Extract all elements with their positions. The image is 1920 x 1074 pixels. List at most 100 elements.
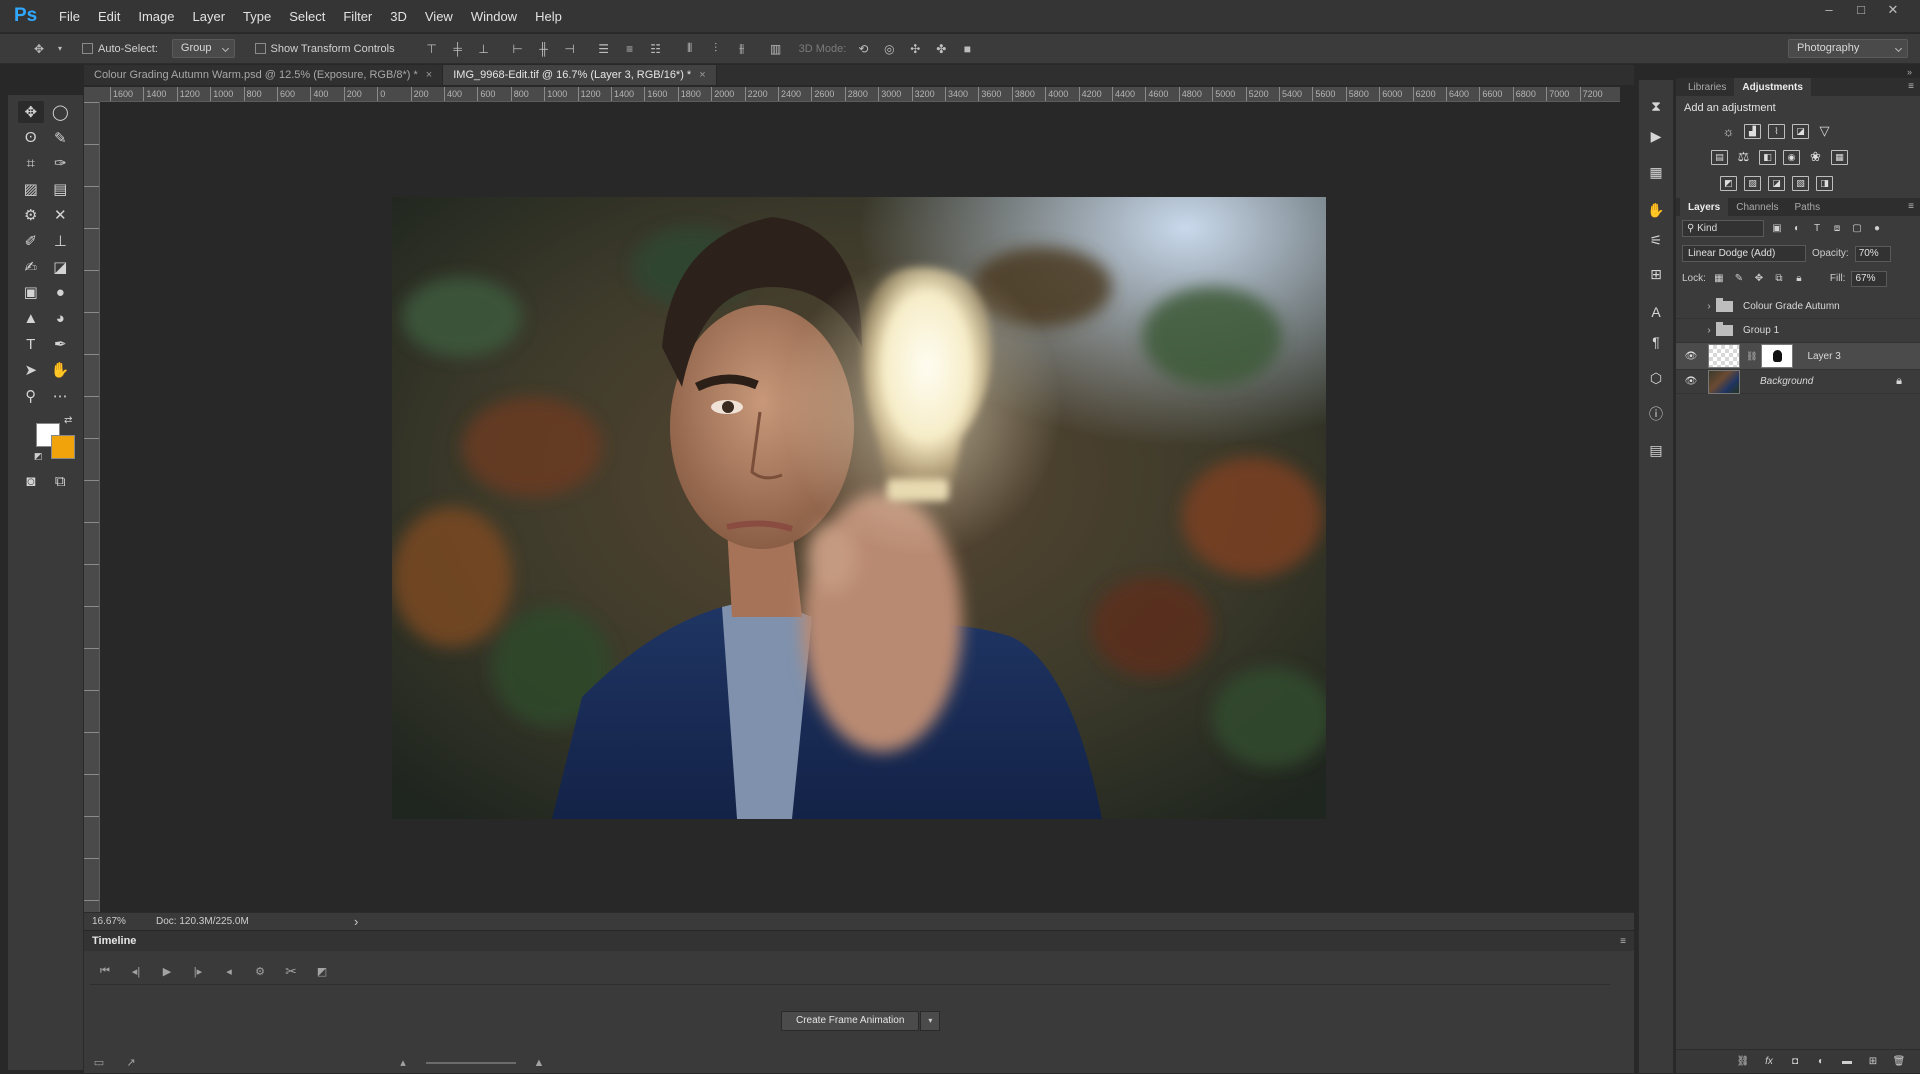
play-icon[interactable]: ▶ [158,963,176,981]
clone-source-icon[interactable]: ⊞ [1644,262,1668,286]
brush-tool-icon[interactable]: ✐ [18,230,44,252]
filter-toggle-icon[interactable]: ● [1870,222,1884,236]
align-hcenter-icon[interactable]: ╫ [535,40,553,58]
maximize-button[interactable]: □ [1848,0,1874,20]
exposure-icon[interactable]: ◪ [1792,123,1809,139]
lock-position-icon[interactable]: ✥ [1752,272,1766,286]
zoom-out-icon[interactable]: ▴ [394,1054,412,1072]
menu-edit[interactable]: Edit [89,0,129,33]
blur-tool-icon[interactable]: ● [47,281,73,303]
filter-type-icon[interactable]: T [1810,222,1824,236]
crop-tool-icon[interactable]: ⌗ [18,152,44,174]
vibrance-icon[interactable]: ▽ [1816,123,1833,139]
distribute-hcenter-icon[interactable]: ⫶ [707,40,725,58]
new-group-icon[interactable]: ▬ [1840,1055,1854,1069]
perspective-crop-tool-icon[interactable]: ⚙ [18,204,44,226]
status-menu-arrow[interactable]: › [354,914,358,929]
distribute-bottom-icon[interactable]: ☷ [647,40,665,58]
menu-help[interactable]: Help [526,0,571,33]
filter-kind-dropdown[interactable]: ⚲ Kind [1682,220,1764,237]
create-frame-animation-button[interactable]: Create Frame Animation [781,1011,920,1031]
paragraph-icon[interactable]: ¶ [1644,330,1668,354]
align-left-icon[interactable]: ⊢ [509,40,527,58]
eye-icon[interactable]: 👁︎ [1680,372,1702,392]
3d-icon[interactable]: ⬡ [1644,366,1668,390]
align-bottom-icon[interactable]: ⊥ [475,40,493,58]
move-tool-icon[interactable]: ✥ [17,100,44,123]
threshold-icon[interactable]: ◪ [1768,175,1785,191]
zoom-slider[interactable] [426,1061,516,1064]
chevron-down-icon[interactable]: ▾ [920,1011,941,1031]
layer-thumbnail[interactable] [1708,344,1740,368]
new-layer-icon[interactable]: ⊞ [1866,1055,1880,1069]
invert-icon[interactable]: ◩ [1720,175,1737,191]
show-transform-checkbox[interactable] [254,43,266,54]
filter-shape-icon[interactable]: ⧈ [1830,222,1844,236]
posterize-icon[interactable]: ▨ [1744,175,1761,191]
layer-row-colour-grade-autumn[interactable]: › Colour Grade Autumn [1676,295,1920,319]
info-icon[interactable]: ⓘ [1644,402,1668,426]
link-layers-icon[interactable]: ⛓ [1736,1055,1750,1069]
levels-icon[interactable]: ▟ [1744,123,1761,139]
lock-all-icon[interactable]: 🔒︎ [1792,272,1806,286]
color-lookup-icon[interactable]: ▦ [1831,149,1848,165]
close-icon[interactable]: × [426,65,432,85]
workspace-dropdown[interactable]: Photography [1788,39,1908,58]
brush-presets-icon[interactable]: ✋ [1644,198,1668,222]
background-color-swatch[interactable] [51,434,75,459]
tab-libraries[interactable]: Libraries [1680,78,1734,96]
more-tools-icon[interactable]: ⋯ [47,385,73,407]
panel-menu-icon[interactable]: ≡ [1620,936,1626,947]
path-select-tool-icon[interactable]: ➤ [18,359,44,381]
3d-scale-icon[interactable]: ■ [958,40,976,58]
quick-select-tool-icon[interactable]: ✎ [47,127,73,149]
type-tool-icon[interactable]: T [18,333,44,355]
menu-type[interactable]: Type [234,0,280,33]
tab-img-9968[interactable]: IMG_9968-Edit.tif @ 16.7% (Layer 3, RGB/… [443,65,717,85]
photo-filter-icon[interactable]: ◉ [1783,149,1800,165]
3d-roll-icon[interactable]: ◎ [880,40,898,58]
minimize-button[interactable]: – [1816,0,1842,20]
document-image[interactable] [392,197,1326,819]
menu-filter[interactable]: Filter [334,0,381,33]
gradient-tool-icon[interactable]: ▣ [18,281,44,303]
chevron-down-icon[interactable]: ▾ [56,40,64,58]
menu-layer[interactable]: Layer [184,0,235,33]
eye-icon[interactable]: 👁︎ [1680,346,1702,366]
gradient-map-icon[interactable]: ▧ [1792,175,1809,191]
lock-image-icon[interactable]: ✎ [1732,272,1746,286]
distribute-left-icon[interactable]: ⫴ [681,40,699,58]
tab-paths[interactable]: Paths [1787,198,1829,216]
distribute-right-icon[interactable]: ⫵ [733,40,751,58]
transition-icon[interactable]: ◩ [313,963,331,981]
render-video-icon[interactable]: ↗ [122,1054,140,1072]
auto-select-dropdown[interactable]: Group [171,39,235,58]
history-icon[interactable]: ⧗ [1644,94,1668,118]
move-tool-preset-icon[interactable]: ✥ [30,40,48,58]
black-white-icon[interactable]: ◧ [1759,149,1776,165]
previous-frame-icon[interactable]: ◂| [127,963,145,981]
channel-mixer-icon[interactable]: ❀ [1807,149,1824,165]
brightness-contrast-icon[interactable]: ☼ [1720,124,1737,139]
filter-smart-object-icon[interactable]: ▢ [1850,222,1864,236]
ruler-tool-icon[interactable]: ▤ [47,178,73,200]
close-window-button[interactable]: ✕ [1880,0,1906,20]
add-mask-icon[interactable]: ◘ [1788,1055,1802,1069]
filter-pixel-icon[interactable]: ▣ [1770,222,1784,236]
hand-tool-icon[interactable]: ✋ [47,359,73,381]
menu-file[interactable]: File [50,0,89,33]
curves-icon[interactable]: ⌇ [1768,123,1785,139]
settings-gear-icon[interactable]: ⚙ [251,963,269,981]
fx-icon[interactable]: fx [1762,1055,1776,1069]
blend-mode-dropdown[interactable]: Linear Dodge (Add) [1682,245,1806,262]
visibility-toggle[interactable] [1680,297,1702,317]
layer-row-group-1[interactable]: › Group 1 [1676,319,1920,343]
dodge-tool-icon[interactable]: ◕ [47,307,73,329]
actions-play-icon[interactable]: ▶ [1644,124,1668,148]
menu-image[interactable]: Image [129,0,183,33]
menu-3d[interactable]: 3D [381,0,416,33]
lock-transparent-icon[interactable]: ▦ [1712,272,1726,286]
trash-icon[interactable]: 🗑︎ [1892,1055,1906,1069]
selective-color-icon[interactable]: ◨ [1816,175,1833,191]
ruler-horizontal[interactable]: 1600 1400 1200 1000 800 600 400 200 0 200 400 600 80… [100,87,1620,102]
